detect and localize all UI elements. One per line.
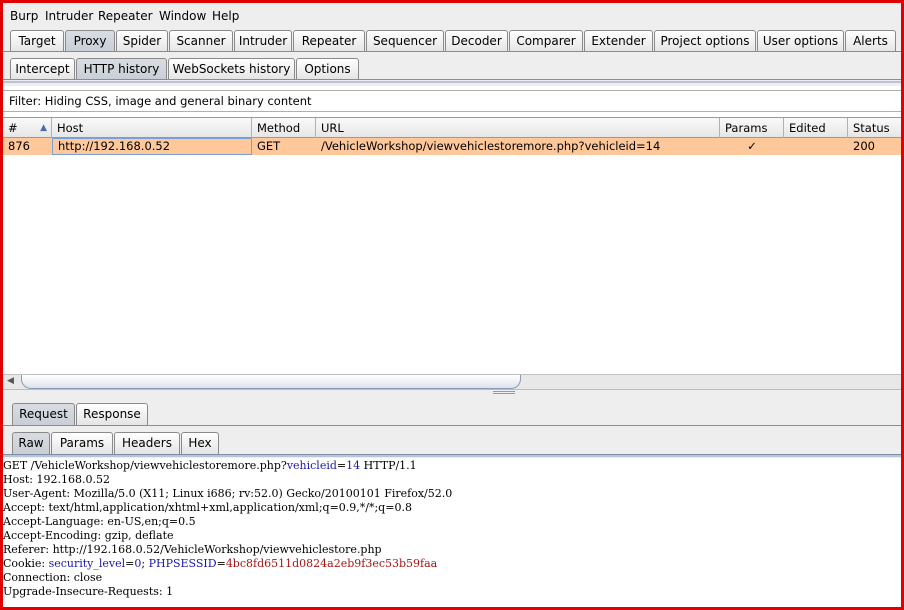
filter-bar[interactable]: Filter: Hiding CSS, image and general bi… <box>3 90 901 112</box>
tab-websockets-history[interactable]: WebSockets history <box>168 58 295 80</box>
menu-window[interactable]: Window <box>159 6 206 26</box>
horizontal-scrollbar[interactable]: ◀ <box>3 374 901 389</box>
history-table: # ▲ Host Method URL Params Edited Status… <box>3 117 901 374</box>
scroll-left-arrow-icon[interactable]: ◀ <box>7 376 14 386</box>
column-method[interactable]: Method <box>252 118 316 138</box>
burp-window: Burp Intruder Repeater Window Help Targe… <box>0 0 904 610</box>
cell-status: 200 <box>853 139 875 153</box>
request-line: GET /VehicleWorkshop/viewvehiclestoremor… <box>3 459 417 472</box>
header-accept-language: Accept-Language: en-US,en;q=0.5 <box>3 515 196 528</box>
tab-repeater[interactable]: Repeater <box>293 30 365 52</box>
param-value: 14 <box>346 459 361 472</box>
view-tab-underline-accent <box>3 455 901 457</box>
tab-intruder[interactable]: Intruder <box>234 30 292 52</box>
tab-proxy[interactable]: Proxy <box>65 30 115 52</box>
divider-grip-icon[interactable] <box>493 391 515 394</box>
tab-raw[interactable]: Raw <box>12 432 50 454</box>
cookie-name-phpsessid: PHPSESSID <box>148 557 217 570</box>
cell-host: http://192.168.0.52 <box>52 138 252 155</box>
header-upgrade-insecure-requests: Upgrade-Insecure-Requests: 1 <box>3 585 174 598</box>
table-row[interactable]: 876 http://192.168.0.52 GET /VehicleWork… <box>3 138 901 155</box>
column-status[interactable]: Status <box>848 118 901 138</box>
proxy-tab-underline-accent <box>3 81 901 83</box>
main-tab-underline <box>3 51 901 52</box>
split-pane-divider[interactable] <box>3 389 901 397</box>
scrollbar-thumb[interactable] <box>21 375 521 389</box>
header-cookie: Cookie: security_level=0; PHPSESSID=4bc8… <box>3 557 438 570</box>
tab-extender[interactable]: Extender <box>584 30 653 52</box>
cell-edited <box>784 138 848 155</box>
menu-intruder[interactable]: Intruder <box>45 6 93 26</box>
header-host: Host: 192.168.0.52 <box>3 473 110 486</box>
tab-user-options[interactable]: User options <box>757 30 844 52</box>
raw-request-editor[interactable]: GET /VehicleWorkshop/viewvehiclestoremor… <box>3 458 901 607</box>
menu-burp[interactable]: Burp <box>10 6 38 26</box>
tab-decoder[interactable]: Decoder <box>445 30 508 52</box>
cell-method: GET <box>257 139 281 153</box>
cell-url: /VehicleWorkshop/viewvehiclestoremore.ph… <box>321 139 661 153</box>
param-name: vehicleid <box>286 459 337 472</box>
message-tab-underline <box>3 425 901 426</box>
cell-number: 876 <box>8 139 30 153</box>
tab-comparer[interactable]: Comparer <box>509 30 583 52</box>
message-tab-bar: Request Response <box>3 399 901 426</box>
tab-params[interactable]: Params <box>51 432 113 454</box>
column-params[interactable]: Params <box>720 118 784 138</box>
tab-scanner[interactable]: Scanner <box>169 30 233 52</box>
header-user-agent: User-Agent: Mozilla/5.0 (X11; Linux i686… <box>3 487 453 500</box>
main-tab-bar: Target Proxy Spider Scanner Intruder Rep… <box>3 27 901 53</box>
header-referer: Referer: http://192.168.0.52/VehicleWork… <box>3 543 382 556</box>
cookie-name-security-level: security_level <box>48 557 126 570</box>
tab-hex[interactable]: Hex <box>181 432 219 454</box>
column-edited[interactable]: Edited <box>784 118 848 138</box>
tab-response[interactable]: Response <box>76 403 148 425</box>
tab-http-history[interactable]: HTTP history <box>76 58 167 80</box>
tab-target[interactable]: Target <box>10 30 64 52</box>
sort-ascending-icon: ▲ <box>40 123 47 133</box>
tab-headers[interactable]: Headers <box>114 432 180 454</box>
tab-project-options[interactable]: Project options <box>654 30 756 52</box>
tab-request[interactable]: Request <box>12 403 75 425</box>
header-accept-encoding: Accept-Encoding: gzip, deflate <box>3 529 174 542</box>
column-url[interactable]: URL <box>316 118 720 138</box>
column-host[interactable]: Host <box>52 118 252 138</box>
menu-repeater[interactable]: Repeater <box>98 6 153 26</box>
cell-params-check-icon: ✓ <box>747 139 757 153</box>
view-tab-bar: Raw Params Headers Hex <box>3 428 901 455</box>
header-connection: Connection: close <box>3 571 103 584</box>
proxy-tab-bar: Intercept HTTP history WebSockets histor… <box>3 55 901 81</box>
menu-help[interactable]: Help <box>212 6 239 26</box>
tab-alerts[interactable]: Alerts <box>845 30 896 52</box>
tab-intercept[interactable]: Intercept <box>10 58 75 80</box>
proxy-tab-underline <box>3 79 901 80</box>
menu-bar: Burp Intruder Repeater Window Help <box>3 6 901 26</box>
column-number[interactable]: # ▲ <box>3 118 52 138</box>
tab-proxy-options[interactable]: Options <box>296 58 359 80</box>
tab-sequencer[interactable]: Sequencer <box>366 30 444 52</box>
history-panel: Filter: Hiding CSS, image and general bi… <box>3 86 901 397</box>
tab-spider[interactable]: Spider <box>116 30 168 52</box>
table-header: # ▲ Host Method URL Params Edited Status <box>3 118 901 138</box>
header-accept: Accept: text/html,application/xhtml+xml,… <box>3 501 412 514</box>
cookie-value-phpsessid: 4bc8fd6511d0824a2eb9f3ec53b59faa <box>225 557 438 570</box>
